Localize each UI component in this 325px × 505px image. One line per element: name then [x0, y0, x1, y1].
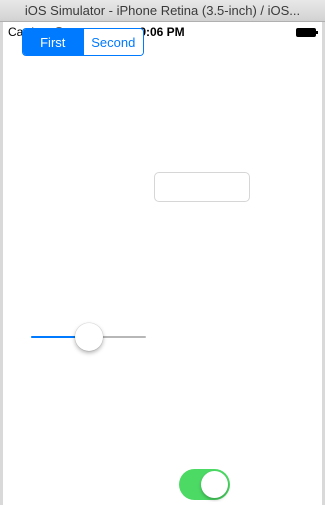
segment-second[interactable]: Second: [82, 29, 143, 55]
battery-icon: [296, 28, 318, 37]
segmented-control[interactable]: First Second: [22, 28, 144, 56]
device-screen: Carrier 9:06 PM First Second: [3, 22, 321, 502]
window-titlebar[interactable]: iOS Simulator - iPhone Retina (3.5-inch)…: [0, 0, 325, 22]
slider-thumb[interactable]: [74, 323, 103, 351]
switch-knob[interactable]: [201, 471, 228, 498]
slider[interactable]: [31, 322, 146, 352]
simulator-window: iOS Simulator - iPhone Retina (3.5-inch)…: [0, 0, 325, 505]
segment-first[interactable]: First: [23, 29, 83, 55]
text-field[interactable]: [154, 172, 250, 202]
toggle-switch[interactable]: [179, 469, 230, 500]
window-title: iOS Simulator - iPhone Retina (3.5-inch)…: [24, 3, 301, 18]
